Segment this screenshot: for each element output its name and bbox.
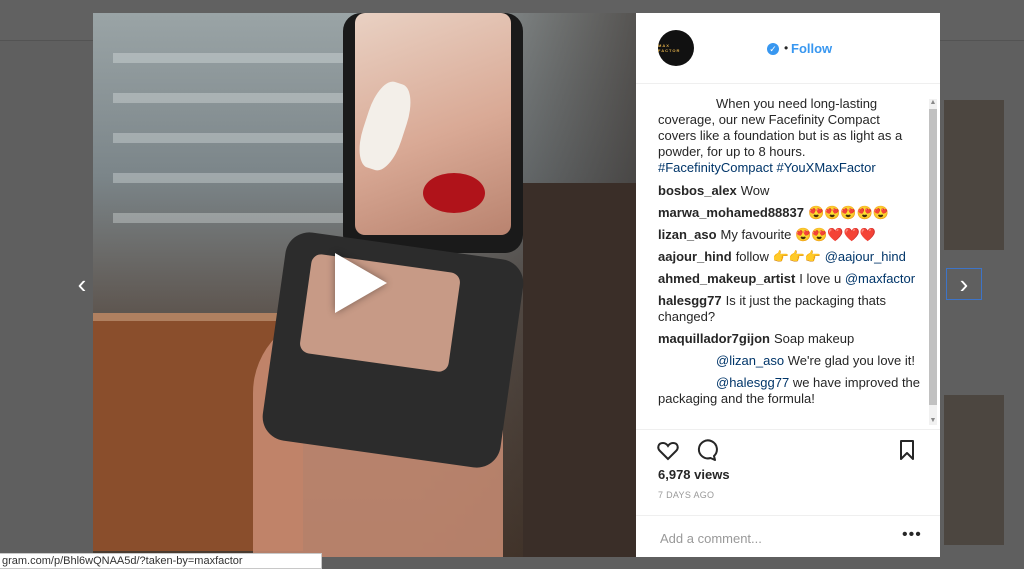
more-options-button[interactable]: ••• bbox=[902, 526, 922, 544]
window-blind bbox=[113, 173, 353, 183]
comment-username[interactable]: lizan_aso bbox=[658, 227, 717, 242]
window-blind bbox=[113, 133, 353, 143]
comment-text: Wow bbox=[740, 183, 770, 198]
comment-mention[interactable]: @aajour_hind bbox=[825, 249, 906, 264]
comment-username[interactable]: marwa_mohamed88837 bbox=[658, 205, 804, 220]
comment-username[interactable]: bosbos_alex bbox=[658, 183, 737, 198]
post-modal: MAX FACTOR ✓ • Follow When you need long… bbox=[93, 13, 940, 557]
comments-scrollbar[interactable]: ▲ ▼ bbox=[929, 99, 937, 425]
comment-icon[interactable] bbox=[694, 438, 718, 462]
add-comment-bar: ••• bbox=[636, 515, 940, 558]
window-blind bbox=[113, 213, 353, 223]
comment-username[interactable]: halesgg77 bbox=[658, 293, 722, 308]
post-video[interactable] bbox=[93, 13, 636, 557]
scroll-up-arrow[interactable]: ▲ bbox=[929, 99, 937, 107]
comment-text: Soap makeup bbox=[773, 331, 855, 346]
comment-text: I love u bbox=[799, 271, 842, 286]
comment-item: halesgg77 Is it just the packaging thats … bbox=[658, 293, 920, 325]
play-icon[interactable] bbox=[335, 253, 387, 313]
caption-text: When you need long-lasting coverage, our… bbox=[658, 96, 903, 159]
reply-mention[interactable]: @lizan_aso bbox=[716, 353, 784, 368]
post-caption: When you need long-lasting coverage, our… bbox=[658, 96, 920, 176]
add-comment-input[interactable] bbox=[658, 528, 892, 548]
comment-text: 😍😍😍😍😍 bbox=[807, 205, 889, 220]
comment-text: My favourite 😍😍❤️❤️❤️ bbox=[720, 227, 876, 242]
scroll-down-arrow[interactable]: ▼ bbox=[929, 417, 937, 425]
comment-username[interactable]: aajour_hind bbox=[658, 249, 732, 264]
bookmark-icon[interactable] bbox=[895, 438, 919, 462]
dot-separator: • bbox=[784, 41, 789, 55]
graduation-photo-frame bbox=[523, 183, 636, 557]
comment-username[interactable]: maquillador7gijon bbox=[658, 331, 770, 346]
comment-item: lizan_aso My favourite 😍😍❤️❤️❤️ bbox=[658, 227, 920, 243]
post-actions bbox=[636, 429, 940, 470]
comments-list[interactable]: When you need long-lasting coverage, our… bbox=[636, 84, 940, 428]
scroll-thumb[interactable] bbox=[929, 109, 937, 405]
red-lips bbox=[423, 173, 485, 213]
comment-item: maquillador7gijon Soap makeup bbox=[658, 331, 920, 347]
reply-item: @lizan_aso We're glad you love it! bbox=[658, 353, 920, 369]
comment-item: bosbos_alex Wow bbox=[658, 183, 920, 199]
heart-icon[interactable] bbox=[656, 438, 680, 462]
avatar-logo: MAX FACTOR bbox=[658, 43, 681, 53]
reply-mention[interactable]: @halesgg77 bbox=[716, 375, 789, 390]
follow-button[interactable]: Follow bbox=[791, 41, 832, 56]
window-blind bbox=[113, 93, 353, 103]
comment-item: ahmed_makeup_artist I love u @maxfactor bbox=[658, 271, 920, 287]
post-side-panel: MAX FACTOR ✓ • Follow When you need long… bbox=[636, 13, 940, 557]
comment-mention[interactable]: @maxfactor bbox=[845, 271, 915, 286]
verified-badge-icon: ✓ bbox=[767, 43, 779, 55]
comment-item: marwa_mohamed88837 😍😍😍😍😍 bbox=[658, 205, 920, 221]
reply-text: We're glad you love it! bbox=[787, 353, 916, 368]
browser-status-bar: gram.com/p/Bhl6wQNAA5d/?taken-by=maxfact… bbox=[0, 553, 322, 569]
caption-hashtags[interactable]: #FacefinityCompact #YouXMaxFactor bbox=[658, 160, 876, 175]
post-timestamp[interactable]: 7 DAYS AGO bbox=[658, 490, 714, 500]
comment-item: aajour_hind follow 👉👉👉 @aajour_hind bbox=[658, 249, 920, 265]
reply-item: @halesgg77 we have improved the packagin… bbox=[658, 375, 920, 407]
window-blind bbox=[113, 53, 353, 63]
next-post-arrow[interactable]: › bbox=[946, 268, 982, 300]
comment-text: follow 👉👉👉 bbox=[735, 249, 822, 264]
post-header: MAX FACTOR ✓ • Follow bbox=[636, 13, 940, 84]
avatar[interactable]: MAX FACTOR bbox=[658, 30, 694, 66]
comment-username[interactable]: ahmed_makeup_artist bbox=[658, 271, 795, 286]
view-count[interactable]: 6,978 views bbox=[658, 467, 730, 482]
reply-text: we have improved the packaging and the f… bbox=[658, 375, 921, 406]
